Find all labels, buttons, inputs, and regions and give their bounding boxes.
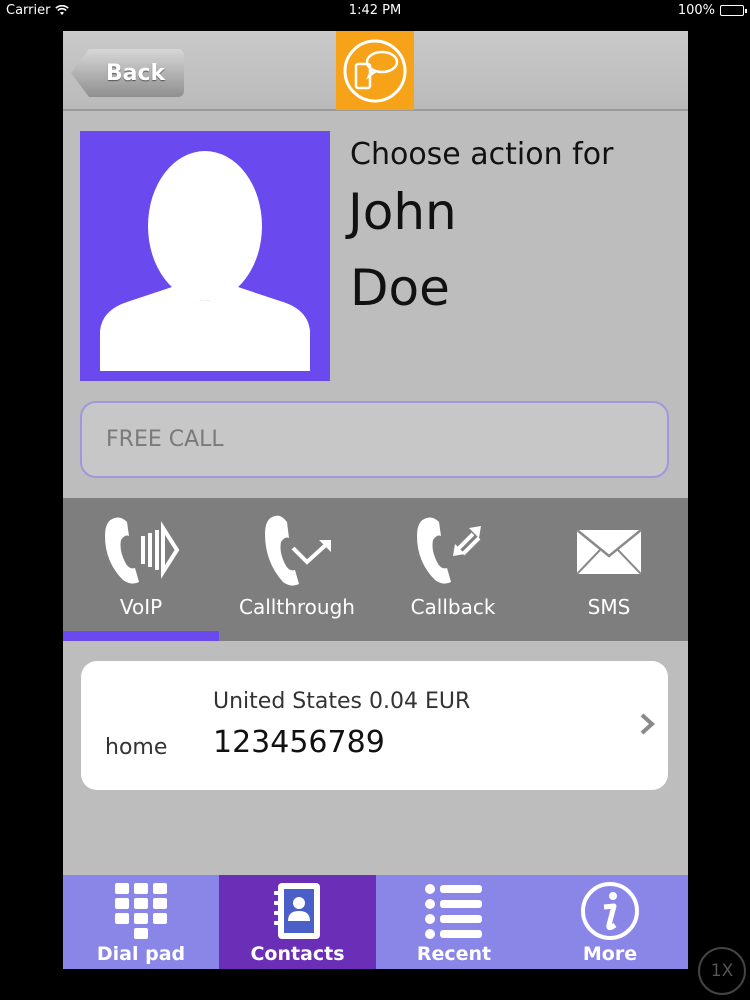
bottom-tab-bar: Dial pad Contacts Recent More [63,875,688,969]
chat-phone-logo-icon [343,39,407,102]
zoom-1x-button[interactable]: 1X [698,947,746,995]
tab-more-label: More [582,943,638,965]
call-action-tabs: VoIP Callthrough Callback SMS [63,498,688,641]
tab-dial-pad-label: Dial pad [96,943,186,965]
callback-icon [413,512,493,590]
call-rate: United States 0.04 EUR [213,689,471,714]
contact-avatar [80,131,330,381]
tab-recent[interactable]: Recent [376,875,532,969]
dial-pad-icon [111,881,171,941]
tab-dial-pad[interactable]: Dial pad [63,875,219,969]
phone-number-card[interactable]: United States 0.04 EUR home 123456789 [81,661,668,790]
battery-icon [720,5,747,16]
navigation-bar: Back [63,31,688,111]
status-bar: Carrier 1:42 PM 100% [0,0,750,22]
recent-list-icon [422,881,486,941]
tab-contacts-label: Contacts [250,943,345,965]
app-window: Back Choose action for John Doe FREE CAL… [63,31,688,969]
back-button[interactable]: Back [71,49,184,97]
choose-action-label: Choose action for [350,137,614,172]
action-tab-sms-label: SMS [587,595,631,619]
contact-first-name: John [348,183,457,241]
action-tab-callback[interactable]: Callback [375,498,531,641]
action-tab-sms[interactable]: SMS [531,498,687,641]
info-icon [580,881,640,941]
tab-recent-label: Recent [416,943,492,965]
chevron-right-icon [640,713,655,735]
sms-envelope-icon [574,512,644,590]
tab-contacts[interactable]: Contacts [219,875,376,969]
contacts-book-icon [268,881,328,941]
person-silhouette-icon [100,151,310,371]
callthrough-icon [257,512,337,590]
clock: 1:42 PM [348,3,402,18]
action-tab-voip[interactable]: VoIP [63,498,219,641]
voip-icon [101,512,181,590]
battery-indicator: 100% [677,3,747,18]
action-tab-callthrough-label: Callthrough [239,595,355,619]
free-call-input[interactable] [80,401,669,478]
tab-more[interactable]: More [532,875,688,969]
battery-percent: 100% [677,3,715,18]
action-tab-callback-label: Callback [410,595,496,619]
contact-last-name: Doe [350,259,450,317]
action-tab-callthrough[interactable]: Callthrough [219,498,375,641]
action-tab-voip-label: VoIP [119,595,163,619]
phone-number: 123456789 [213,725,385,760]
phone-type-label: home [105,735,168,760]
app-logo [336,31,414,110]
